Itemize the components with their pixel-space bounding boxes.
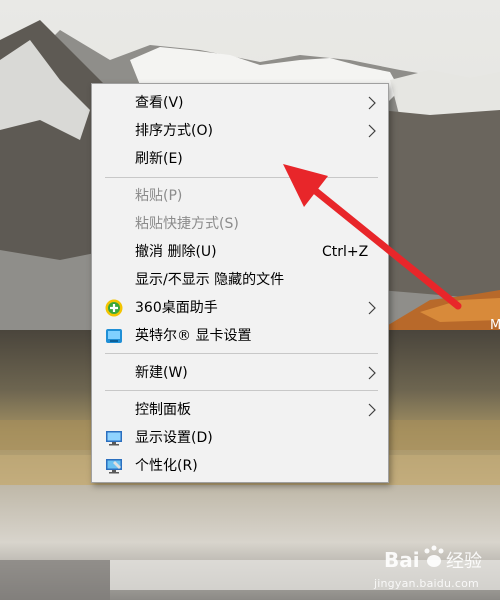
menu-item-label: 刷新(E)	[135, 151, 183, 167]
chevron-right-icon	[368, 124, 376, 138]
desktop-context-menu: 查看(V) 排序方式(O) 刷新(E) 粘贴(P) 粘贴快捷方式(S) 撤消 删…	[91, 83, 389, 483]
menu-item-shortcut: Ctrl+Z	[322, 244, 369, 260]
menu-item-label: 个性化(R)	[135, 458, 198, 474]
menu-separator	[105, 177, 378, 178]
menu-item-intel-graphics-settings[interactable]: 英特尔® 显卡设置	[93, 323, 387, 349]
menu-item-paste-shortcut[interactable]: 粘贴快捷方式(S)	[93, 211, 387, 237]
menu-item-label: 显示/不显示 隐藏的文件	[135, 272, 285, 288]
menu-item-new[interactable]: 新建(W)	[93, 360, 387, 386]
360-assistant-icon	[105, 299, 123, 317]
chevron-right-icon	[368, 301, 376, 315]
menu-item-view[interactable]: 查看(V)	[93, 90, 387, 116]
chevron-right-icon	[368, 366, 376, 380]
personalize-icon	[106, 459, 122, 474]
menu-separator	[105, 353, 378, 354]
chevron-right-icon	[368, 403, 376, 417]
menu-item-label: 控制面板	[135, 402, 191, 418]
menu-item-label: 显示设置(D)	[135, 430, 213, 446]
menu-item-label: 撤消 删除(U)	[135, 244, 217, 260]
desktop-icon-label-fragment: M	[490, 318, 500, 333]
menu-item-label: 排序方式(O)	[135, 123, 213, 139]
menu-item-refresh[interactable]: 刷新(E)	[93, 146, 387, 172]
menu-item-undo-delete[interactable]: 撤消 删除(U) Ctrl+Z	[93, 239, 387, 265]
display-settings-icon	[106, 431, 122, 446]
menu-item-360-desktop-assistant[interactable]: 360桌面助手	[93, 295, 387, 321]
intel-graphics-icon	[106, 329, 122, 343]
menu-item-sort-by[interactable]: 排序方式(O)	[93, 118, 387, 144]
menu-item-label: 粘贴(P)	[135, 188, 183, 204]
menu-item-label: 新建(W)	[135, 365, 188, 381]
menu-item-toggle-hidden-files[interactable]: 显示/不显示 隐藏的文件	[93, 267, 387, 293]
baidu-jingyan-logo: Bai 经验	[384, 545, 482, 572]
svg-text:经验: 经验	[446, 551, 482, 572]
chevron-right-icon	[368, 96, 376, 110]
menu-item-display-settings[interactable]: 显示设置(D)	[93, 425, 387, 451]
menu-item-personalize[interactable]: 个性化(R)	[93, 453, 387, 479]
menu-item-label: 查看(V)	[135, 95, 184, 111]
svg-text:Bai: Bai	[384, 548, 420, 572]
menu-item-paste[interactable]: 粘贴(P)	[93, 183, 387, 209]
watermark-url: jingyan.baidu.com	[374, 577, 479, 590]
menu-item-label: 英特尔® 显卡设置	[135, 328, 252, 344]
menu-item-control-panel[interactable]: 控制面板	[93, 397, 387, 423]
menu-item-label: 360桌面助手	[135, 300, 218, 316]
menu-separator	[105, 390, 378, 391]
menu-item-label: 粘贴快捷方式(S)	[135, 216, 239, 232]
